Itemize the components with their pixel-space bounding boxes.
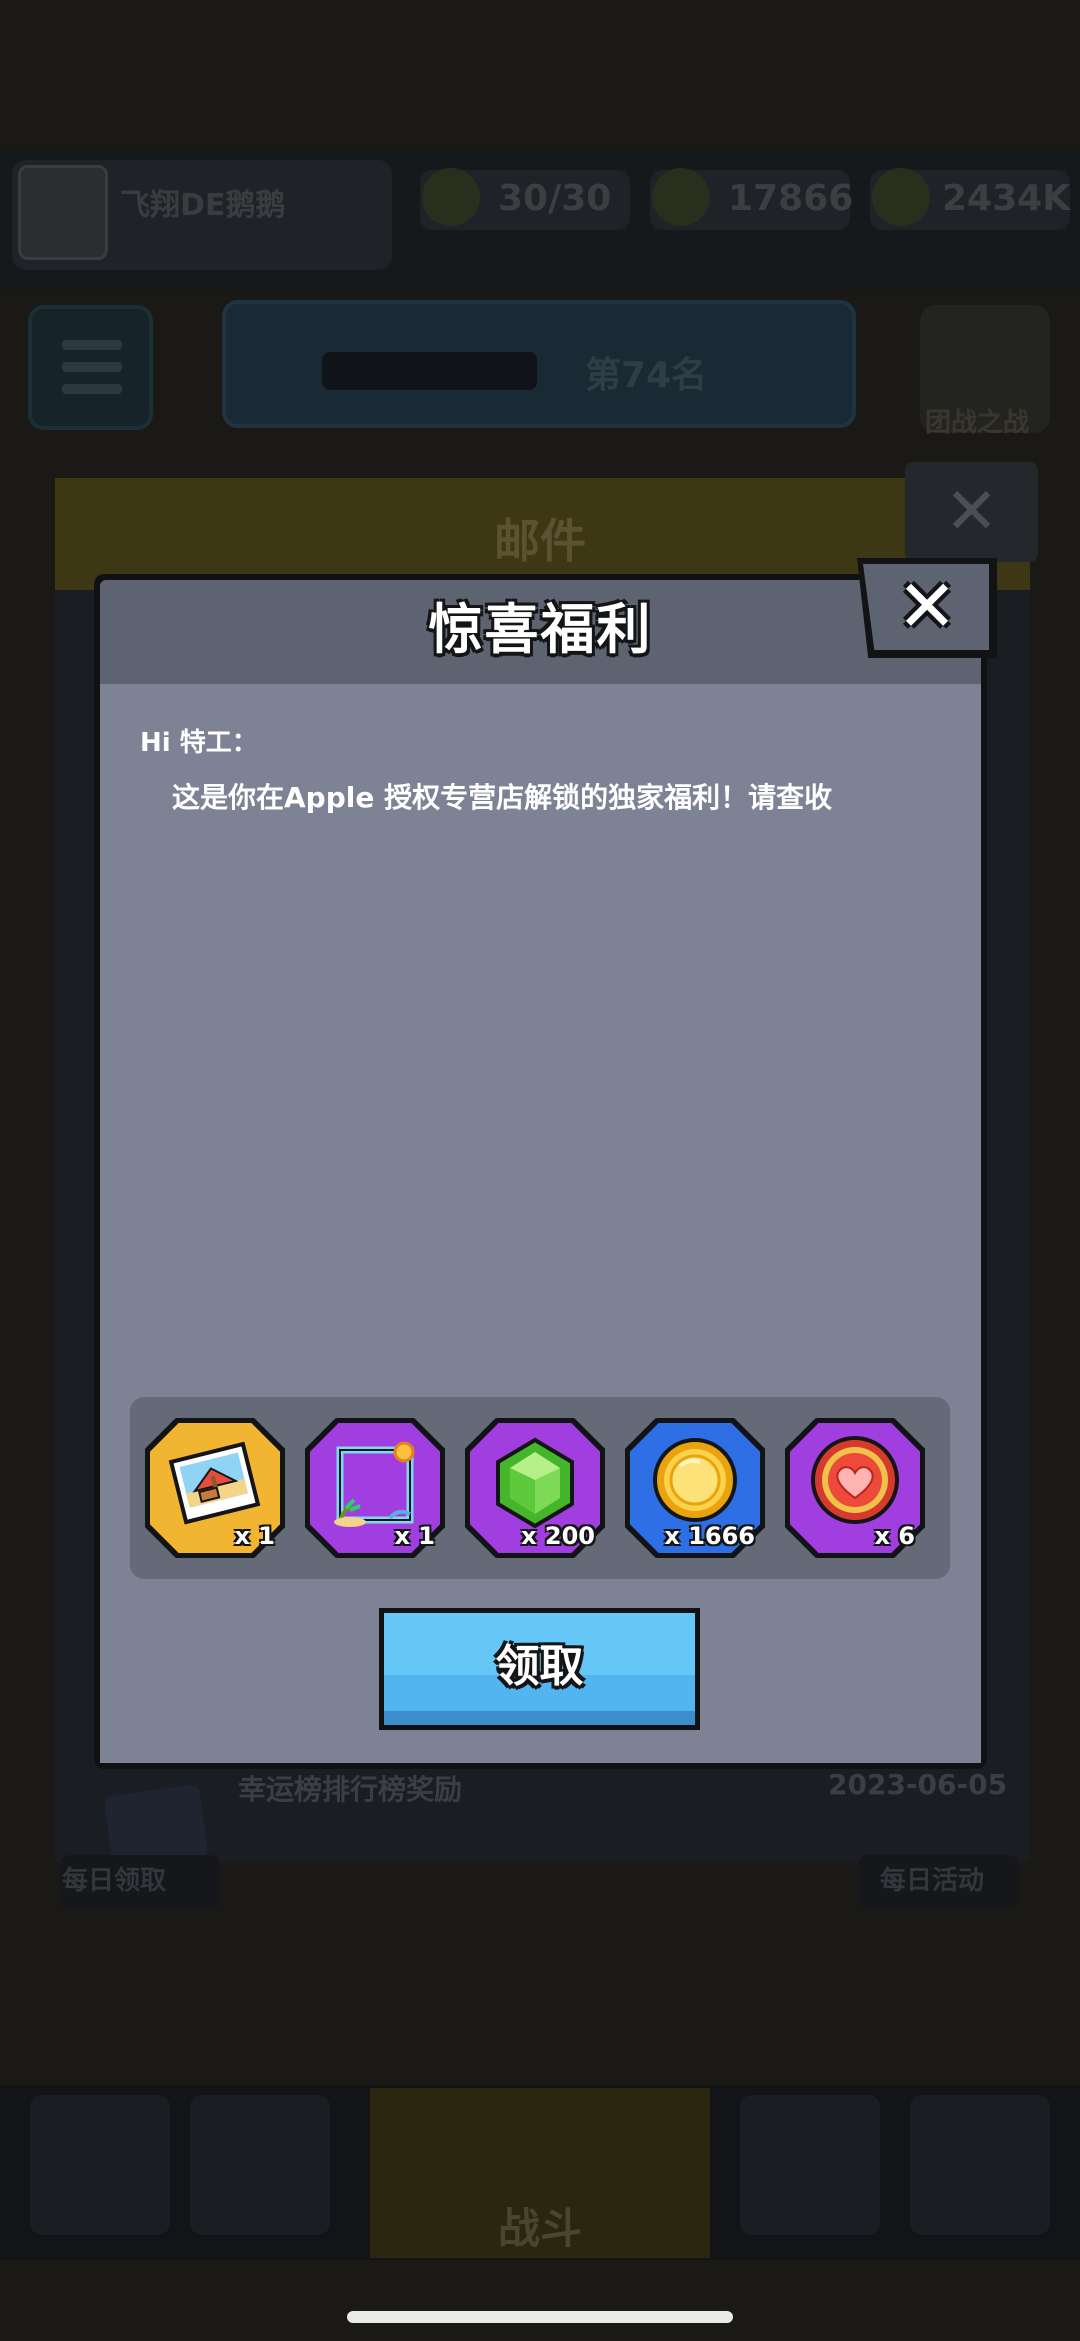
reward-qty: x 200 [521,1522,595,1550]
claim-button-label: 领取 [495,1641,584,1692]
mail-close-icon: ✕ [944,475,999,549]
player-avatar [18,165,108,260]
player-name: 飞翔DE鹅鹅 [120,188,286,223]
side-tab-events-label: 每日活动 [880,1866,985,1896]
claim-button[interactable]: 领取 [379,1608,700,1730]
reward-item-frame[interactable]: x 1 [305,1418,445,1558]
home-indicator[interactable] [347,2311,733,2323]
rank-banner [222,300,856,428]
dialog-body [100,684,981,1763]
reward-item-hearts[interactable]: x 6 [785,1418,925,1558]
gem-icon [652,168,710,226]
reward-qty: x 1 [234,1522,275,1550]
nav-slot-upgrade [740,2095,880,2235]
team-battle-label: 团战之战 [925,408,1030,438]
mail-item-title: 幸运榜排行榜奖励 [238,1773,463,1806]
coin-icon [872,168,930,226]
greeting-text: Hi 特工： [140,728,258,758]
gem-value: 17866 [728,178,854,219]
reward-qty: x 1666 [664,1522,755,1550]
nav-slot-map [910,2095,1050,2235]
menu-line [62,340,122,350]
rank-label: 第74名 [585,355,708,396]
reward-item-gems[interactable]: x 200 [465,1418,605,1558]
dialog-title: 惊喜福利 [428,598,653,661]
close-button[interactable]: ✕ [857,558,997,658]
message-text: 这是你在Apple 授权专营店解锁的独家福利！请查收 [172,781,833,814]
mail-item-date: 2023-06-05 [828,1768,1008,1801]
stamina-value: 30/30 [498,178,612,219]
stamina-icon [422,168,480,226]
reward-item-photo[interactable]: x 1 [145,1418,285,1558]
coin-value: 2434K [942,178,1071,219]
reward-qty: x 1 [394,1522,435,1550]
menu-line [62,362,122,372]
reward-qty: x 6 [874,1522,915,1550]
side-tab-daily-label: 每日领取 [62,1866,167,1896]
menu-line [62,384,122,394]
reward-item-coins[interactable]: x 1666 [625,1418,765,1558]
close-x-icon: ✕ [896,564,958,648]
rank-progress-bar [322,352,537,390]
